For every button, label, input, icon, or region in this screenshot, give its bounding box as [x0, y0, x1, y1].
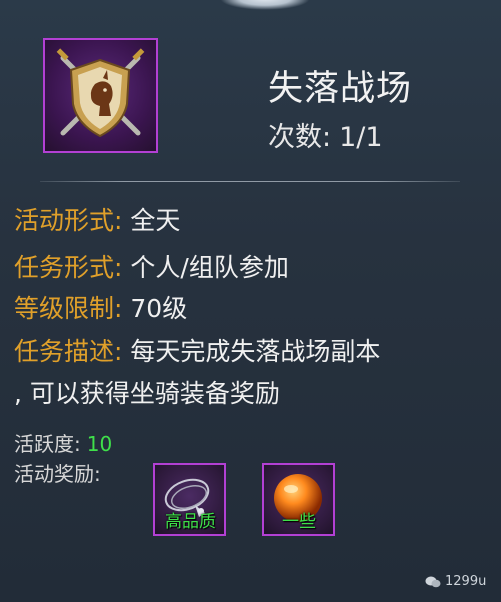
- panel-top-ornament: [220, 0, 310, 10]
- rewards-label: 活动奖励:: [14, 462, 101, 486]
- detail-value: 每天完成失落战场副本: [130, 337, 381, 366]
- detail-row-level-limit: 等级限制: 70级: [14, 289, 187, 325]
- count-value: 1/1: [339, 122, 383, 153]
- activity-detail-panel: 失落战场 次数: 1/1 活动形式: 全天 任务形式: 个人/组队参加 等级限制:…: [0, 0, 501, 602]
- watermark: 1299u: [425, 574, 486, 589]
- detail-value: 70级: [130, 294, 188, 323]
- detail-row-task-type: 任务形式: 个人/组队参加: [14, 248, 289, 284]
- shield-swords-icon: [56, 48, 145, 138]
- reward-slot-necklace[interactable]: 高品质: [153, 463, 226, 536]
- activity-points: 活跃度: 10: [14, 428, 112, 457]
- activity-title: 失落战场: [268, 69, 413, 109]
- detail-key: 活动形式:: [14, 206, 123, 235]
- divider: [40, 181, 460, 182]
- reward-quality-tag: 高品质: [165, 512, 216, 532]
- wechat-icon: [425, 576, 441, 587]
- detail-value: 全天: [130, 206, 181, 235]
- reward-slot-orb[interactable]: 一些: [262, 463, 335, 536]
- reward-amount-tag: 一些: [282, 512, 316, 532]
- detail-row-activity-type: 活动形式: 全天: [14, 201, 180, 237]
- detail-row-description: 任务描述: 每天完成失落战场副本: [14, 332, 380, 368]
- count-label: 次数:: [268, 122, 332, 153]
- watermark-text: 1299u: [445, 574, 487, 589]
- activity-value: 10: [86, 432, 113, 456]
- activity-label: 活跃度:: [14, 432, 81, 456]
- description-continued: , 可以获得坐骑装备奖励: [14, 379, 280, 408]
- detail-key: 等级限制:: [14, 294, 123, 323]
- detail-key: 任务形式:: [14, 253, 123, 282]
- detail-value: 个人/组队参加: [130, 253, 289, 282]
- attempt-count: 次数: 1/1: [268, 115, 383, 154]
- activity-icon-frame: [43, 38, 158, 153]
- detail-key: 任务描述:: [14, 337, 123, 366]
